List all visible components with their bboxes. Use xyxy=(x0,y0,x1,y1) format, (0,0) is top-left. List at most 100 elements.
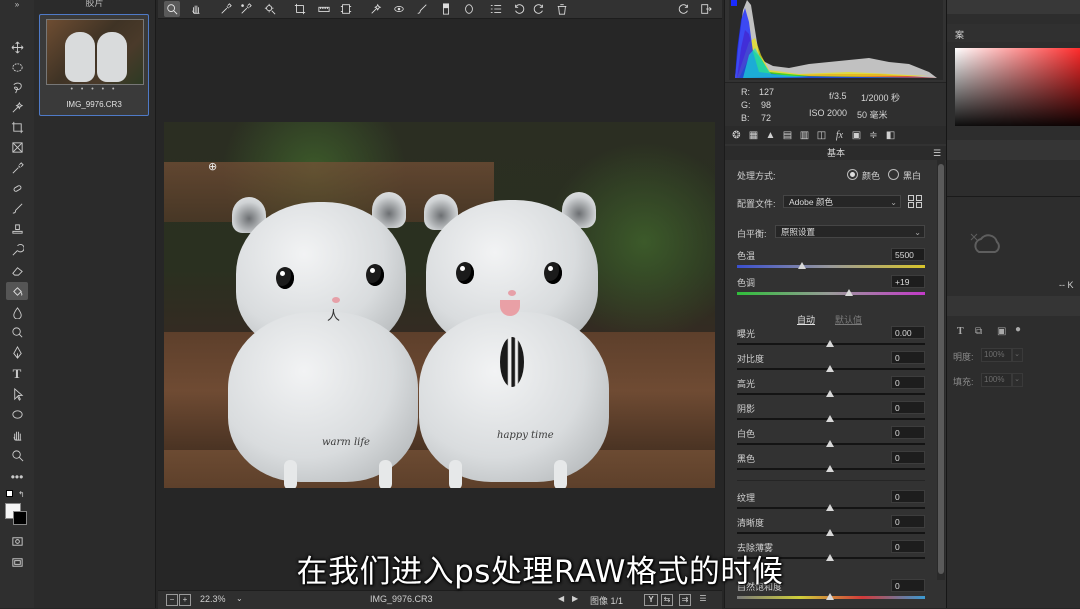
effects-tab-icon[interactable]: fx xyxy=(833,129,846,141)
lasso-tool-icon[interactable] xyxy=(6,78,28,96)
temperature-value[interactable]: 5500 xyxy=(891,248,925,261)
clarity-value[interactable]: 0 xyxy=(891,515,925,528)
texture-slider-thumb[interactable] xyxy=(826,504,834,511)
transform-tool-icon[interactable] xyxy=(338,1,354,17)
tone-curve-tab-icon[interactable]: ▦ xyxy=(747,129,760,141)
white-balance-dropdown[interactable]: 原照设置 ⌄ xyxy=(775,225,925,238)
path-selection-tool-icon[interactable] xyxy=(6,385,28,403)
detail-tab-icon[interactable]: ▲ xyxy=(764,129,777,141)
panel-scrollbar-thumb[interactable] xyxy=(938,164,944,574)
paint-bucket-tool-icon[interactable] xyxy=(6,282,28,300)
opacity-field[interactable]: 100% xyxy=(981,348,1013,362)
type-tool-icon[interactable]: T xyxy=(6,365,28,383)
blur-tool-icon[interactable] xyxy=(6,303,28,321)
crop-tool-icon[interactable] xyxy=(6,118,28,136)
color-picker-field[interactable] xyxy=(955,48,1080,126)
previous-image-icon[interactable]: ◀ xyxy=(558,594,564,603)
shadows-slider-thumb[interactable] xyxy=(826,415,834,422)
tint-slider-track[interactable] xyxy=(737,292,925,295)
open-in-photoshop-icon[interactable] xyxy=(698,1,714,17)
move-tool-icon[interactable] xyxy=(6,38,28,56)
magic-wand-tool-icon[interactable] xyxy=(6,98,28,116)
zoom-out-icon[interactable]: − xyxy=(166,594,178,606)
adjustment-brush-tool-icon[interactable] xyxy=(414,1,430,17)
snapshots-tab-icon[interactable]: ◧ xyxy=(884,129,897,141)
swatches-tab-label[interactable]: 案 xyxy=(955,28,964,41)
layer-filter-smart-object-icon[interactable]: ▣ xyxy=(997,326,1006,337)
filmstrip-thumbnail[interactable]: • • • • • IMG_9976.CR3 xyxy=(39,14,149,116)
blacks-value[interactable]: 0 xyxy=(891,451,925,464)
crop-tool-icon[interactable] xyxy=(292,1,308,17)
clarity-slider-thumb[interactable] xyxy=(826,529,834,536)
highlights-value[interactable]: 0 xyxy=(891,376,925,389)
swap-before-after-icon[interactable]: ⇆ xyxy=(661,594,673,606)
targeted-adjustment-tool-icon[interactable] xyxy=(262,1,278,17)
tint-slider-thumb[interactable] xyxy=(845,289,853,296)
marquee-tool-icon[interactable] xyxy=(6,58,28,76)
exposure-slider-thumb[interactable] xyxy=(826,340,834,347)
vibrance-slider-thumb[interactable] xyxy=(826,593,834,600)
clone-stamp-tool-icon[interactable] xyxy=(6,220,28,238)
default-colors-icon[interactable] xyxy=(6,490,16,500)
toggle-full-screen-icon[interactable] xyxy=(676,1,692,17)
lens-corrections-tab-icon[interactable]: ◫ xyxy=(815,129,828,141)
healing-brush-tool-icon[interactable] xyxy=(6,179,28,197)
split-toning-tab-icon[interactable]: ▥ xyxy=(798,129,811,141)
layer-filter-shape-icon[interactable]: ⧉ xyxy=(975,326,982,337)
basic-tab-icon[interactable]: ❂ xyxy=(730,129,743,141)
hsl-tab-icon[interactable]: ▤ xyxy=(781,129,794,141)
presets-tab-icon[interactable]: ≑ xyxy=(867,129,880,141)
red-eye-tool-icon[interactable] xyxy=(391,1,407,17)
straighten-tool-icon[interactable] xyxy=(316,1,332,17)
highlights-slider-thumb[interactable] xyxy=(826,390,834,397)
thumbnail-rating-dots[interactable]: • • • • • xyxy=(40,86,148,93)
toolbar-collapse-icon[interactable]: » xyxy=(6,0,28,9)
treatment-color-radio[interactable] xyxy=(847,169,858,180)
spot-removal-tool-icon[interactable] xyxy=(368,1,384,17)
next-image-icon[interactable]: ▶ xyxy=(572,594,578,603)
panel-scrollbar[interactable] xyxy=(937,160,945,580)
zoom-tool-icon[interactable] xyxy=(6,446,28,464)
hand-tool-icon[interactable] xyxy=(6,426,28,444)
shadows-value[interactable]: 0 xyxy=(891,401,925,414)
zoom-in-icon[interactable]: + xyxy=(179,594,191,606)
zoom-dropdown-chevron-icon[interactable]: ⌄ xyxy=(236,594,243,603)
fill-dropdown-chevron-icon[interactable]: ⌄ xyxy=(1011,373,1023,387)
history-brush-tool-icon[interactable] xyxy=(6,241,28,259)
texture-value[interactable]: 0 xyxy=(891,490,925,503)
rotate-right-icon[interactable] xyxy=(531,1,547,17)
panel-menu-icon[interactable]: ☰ xyxy=(933,148,941,159)
preview-image[interactable]: 人 warm life happy time xyxy=(164,122,715,488)
profile-browser-icon[interactable] xyxy=(908,195,922,208)
contrast-value[interactable]: 0 xyxy=(891,351,925,364)
brush-tool-icon[interactable] xyxy=(6,199,28,217)
zoom-tool-icon[interactable] xyxy=(164,1,180,17)
radial-filter-tool-icon[interactable] xyxy=(461,1,477,17)
layer-filter-type-icon[interactable]: T xyxy=(957,326,964,337)
background-color-swatch[interactable] xyxy=(13,511,27,525)
fill-field[interactable]: 100% xyxy=(981,373,1013,387)
before-after-toggle[interactable]: Y xyxy=(644,594,658,606)
blacks-slider-thumb[interactable] xyxy=(826,465,834,472)
camera-calibration-tab-icon[interactable]: ▣ xyxy=(850,129,863,141)
contrast-slider-thumb[interactable] xyxy=(826,365,834,372)
ellipse-tool-icon[interactable] xyxy=(6,405,28,423)
temperature-slider-track[interactable] xyxy=(737,265,925,268)
profile-dropdown[interactable]: Adobe 颜色 ⌄ xyxy=(783,195,901,208)
preview-preferences-icon[interactable]: ☰ xyxy=(698,594,708,604)
auto-button[interactable]: 自动 xyxy=(797,313,815,326)
frame-tool-icon[interactable] xyxy=(6,138,28,156)
layer-filter-toggle-icon[interactable]: ● xyxy=(1015,324,1021,335)
tint-value[interactable]: +19 xyxy=(891,275,925,288)
preferences-list-icon[interactable] xyxy=(488,1,504,17)
more-tools-icon[interactable]: ••• xyxy=(6,468,28,486)
eraser-tool-icon[interactable] xyxy=(6,261,28,279)
hand-tool-icon[interactable] xyxy=(188,1,204,17)
swap-colors-icon[interactable]: ↰ xyxy=(18,490,25,499)
graduated-filter-tool-icon[interactable] xyxy=(438,1,454,17)
eyedropper-tool-icon[interactable] xyxy=(6,159,28,177)
opacity-dropdown-chevron-icon[interactable]: ⌄ xyxy=(1011,348,1023,362)
whites-slider-thumb[interactable] xyxy=(826,440,834,447)
treatment-bw-radio[interactable] xyxy=(888,169,899,180)
pen-tool-icon[interactable] xyxy=(6,343,28,361)
